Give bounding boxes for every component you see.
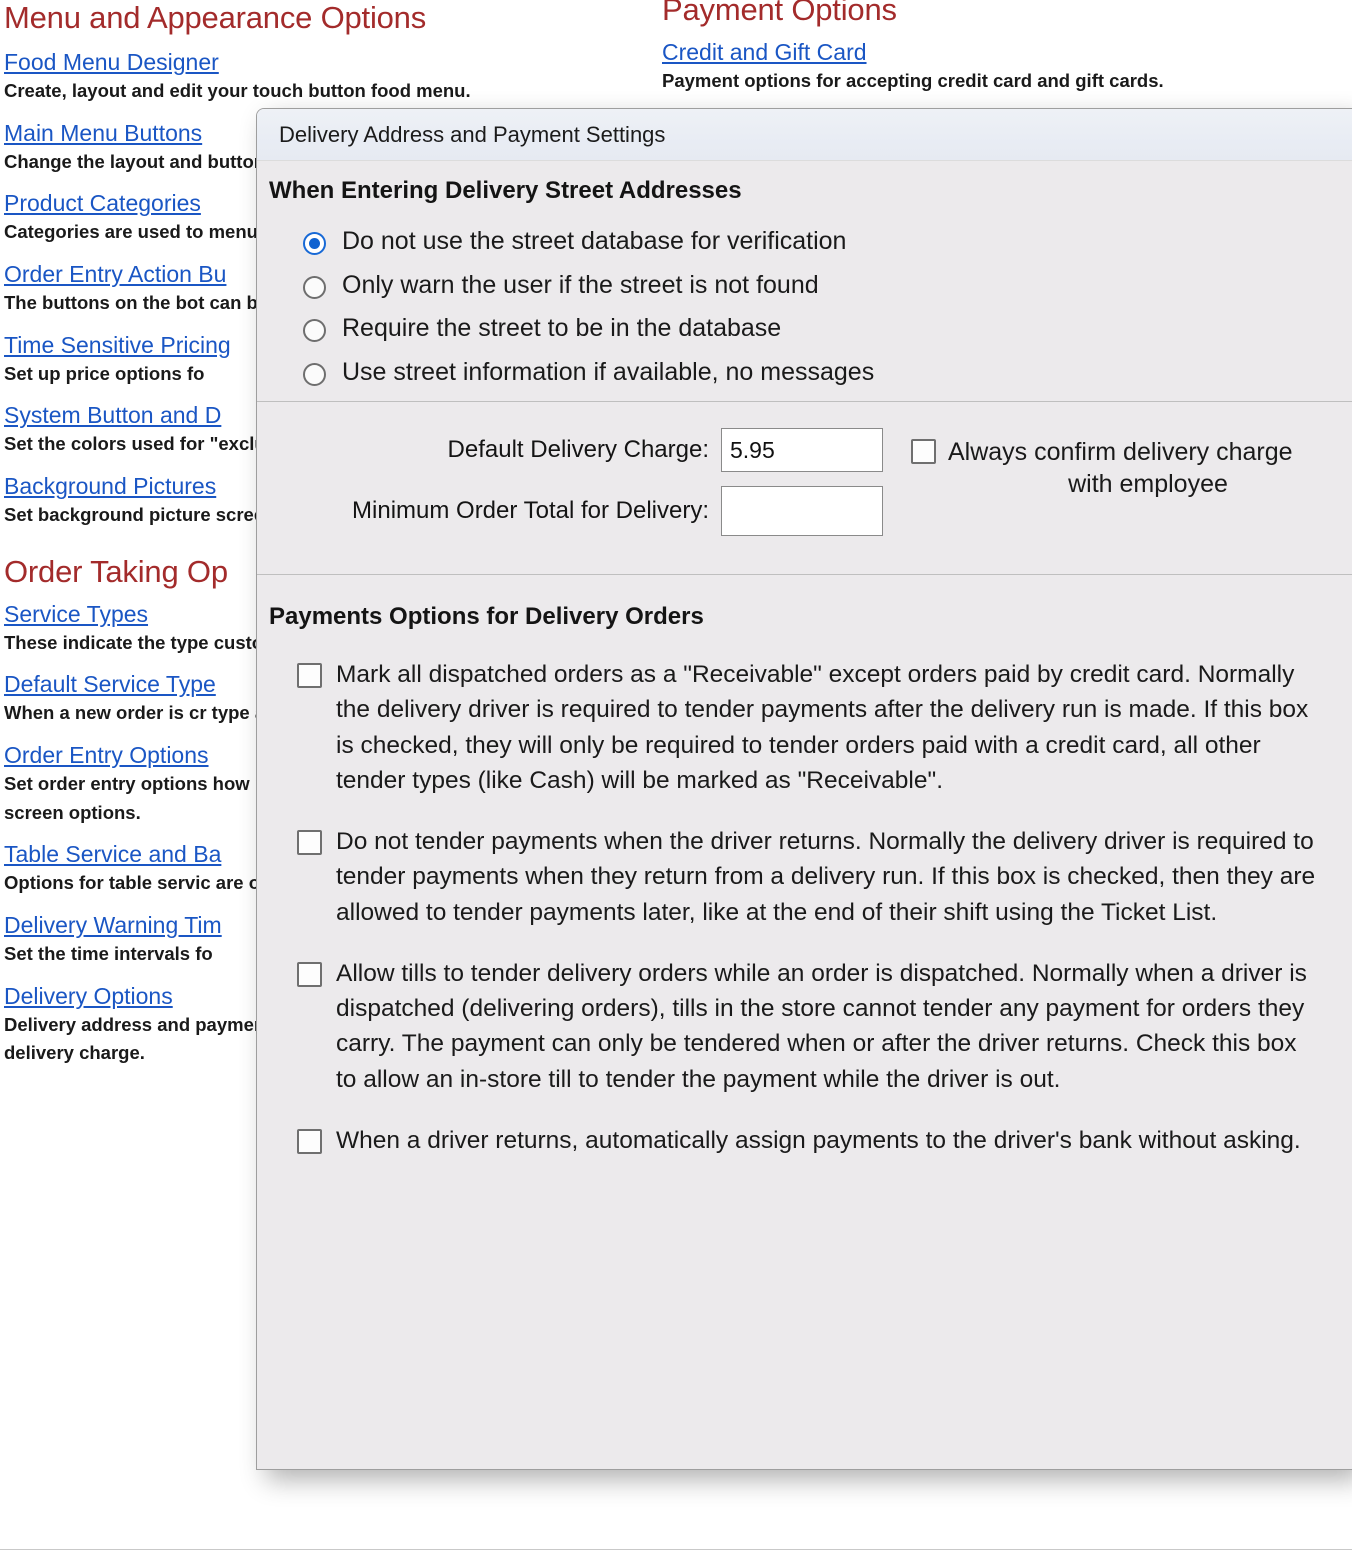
minimum-order-total-input[interactable]	[721, 486, 883, 536]
link-food-menu-designer[interactable]: Food Menu Designer	[4, 49, 644, 76]
list-item-description: Create, layout and edit your touch butto…	[4, 80, 471, 101]
radio-icon[interactable]	[303, 275, 326, 299]
payments-options-list: Mark all dispatched orders as a "Receiva…	[257, 631, 1352, 1158]
checkbox-icon-confirm-charge[interactable]	[911, 439, 936, 464]
right-column: Payment Options Credit and Gift Card Pay…	[662, 0, 1348, 110]
payments-options-group: Payments Options for Delivery Orders Mar…	[257, 575, 1352, 1158]
charge-fields: Default Delivery Charge: 5.95 Minimum Or…	[257, 428, 883, 550]
street-verification-radio-group: Do not use the street database for verif…	[257, 205, 1352, 387]
list-item[interactable]: Credit and Gift Card Payment options for…	[662, 39, 1348, 96]
checkbox-icon-mark-receivable[interactable]	[297, 663, 322, 688]
minimum-order-total-label: Minimum Order Total for Delivery:	[352, 497, 709, 524]
checkbox-icon-no-tender-on-return[interactable]	[297, 830, 322, 856]
street-address-group: When Entering Delivery Street Addresses …	[257, 161, 1352, 387]
screen: Menu and Appearance Options Food Menu De…	[0, 0, 1352, 1556]
radio-option-no-database[interactable]: Do not use the street database for verif…	[303, 227, 1352, 257]
radio-option-require-street[interactable]: Require the street to be in the database	[303, 314, 1352, 344]
default-delivery-charge-input[interactable]: 5.95	[721, 428, 883, 472]
list-item-description: Payment options for accepting credit car…	[662, 70, 1164, 91]
section-heading-menu-appearance: Menu and Appearance Options	[4, 0, 427, 35]
confirm-line-1: Always confirm delivery charge	[948, 438, 1293, 466]
dialog-title: Delivery Address and Payment Settings	[279, 121, 666, 147]
confirm-line-2: with employee	[1068, 470, 1228, 498]
payments-group-heading: Payments Options for Delivery Orders	[269, 603, 704, 630]
radio-label: Only warn the user if the street is not …	[342, 270, 819, 299]
radio-icon-selected[interactable]	[303, 232, 326, 255]
radio-label: Do not use the street database for verif…	[342, 227, 847, 255]
street-group-heading: When Entering Delivery Street Addresses	[269, 177, 742, 204]
confirm-delivery-charge-checkbox-row[interactable]: Always confirm delivery charge with empl…	[883, 428, 1348, 500]
list-item[interactable]: Food Menu Designer Create, layout and ed…	[4, 49, 644, 106]
dialog-title-bar: Delivery Address and Payment Settings	[257, 109, 1352, 161]
delivery-charge-section: Default Delivery Charge: 5.95 Minimum Or…	[257, 402, 1352, 574]
checkbox-row-mark-receivable[interactable]: Mark all dispatched orders as a "Receiva…	[297, 657, 1316, 798]
checkbox-row-no-tender-on-return[interactable]: Do not tender payments when the driver r…	[297, 824, 1316, 930]
checkbox-row-auto-assign-bank[interactable]: When a driver returns, automatically ass…	[297, 1123, 1316, 1158]
minimum-order-total-row: Minimum Order Total for Delivery:	[257, 486, 883, 536]
confirm-delivery-charge-label: Always confirm delivery charge with empl…	[948, 436, 1348, 500]
section-heading-payment-options: Payment Options	[662, 0, 897, 27]
delivery-settings-dialog: Delivery Address and Payment Settings Wh…	[256, 108, 1352, 1470]
radio-label: Require the street to be in the database	[342, 314, 782, 342]
checkbox-icon-auto-assign-bank[interactable]	[297, 1128, 322, 1154]
radio-option-use-if-available[interactable]: Use street information if available, no …	[303, 358, 1352, 388]
checkbox-icon-allow-tills-tender[interactable]	[297, 961, 322, 987]
page-bottom-divider	[0, 1549, 1352, 1550]
radio-icon[interactable]	[303, 362, 326, 386]
link-credit-and-gift-card[interactable]: Credit and Gift Card	[662, 39, 1348, 66]
default-delivery-charge-label: Default Delivery Charge:	[447, 436, 709, 463]
default-delivery-charge-row: Default Delivery Charge: 5.95	[257, 428, 883, 472]
checkbox-label: Do not tender payments when the driver r…	[336, 828, 1316, 926]
checkbox-row-allow-tills-tender[interactable]: Allow tills to tender delivery orders wh…	[297, 956, 1316, 1097]
checkbox-label: Mark all dispatched orders as a "Receiva…	[336, 661, 1309, 794]
radio-option-warn-only[interactable]: Only warn the user if the street is not …	[303, 271, 1352, 301]
radio-label: Use street information if available, no …	[342, 357, 875, 386]
radio-icon[interactable]	[303, 319, 326, 342]
dialog-body: When Entering Delivery Street Addresses …	[257, 161, 1352, 1158]
checkbox-label: Allow tills to tender delivery orders wh…	[336, 959, 1307, 1093]
checkbox-label: When a driver returns, automatically ass…	[336, 1126, 1301, 1154]
